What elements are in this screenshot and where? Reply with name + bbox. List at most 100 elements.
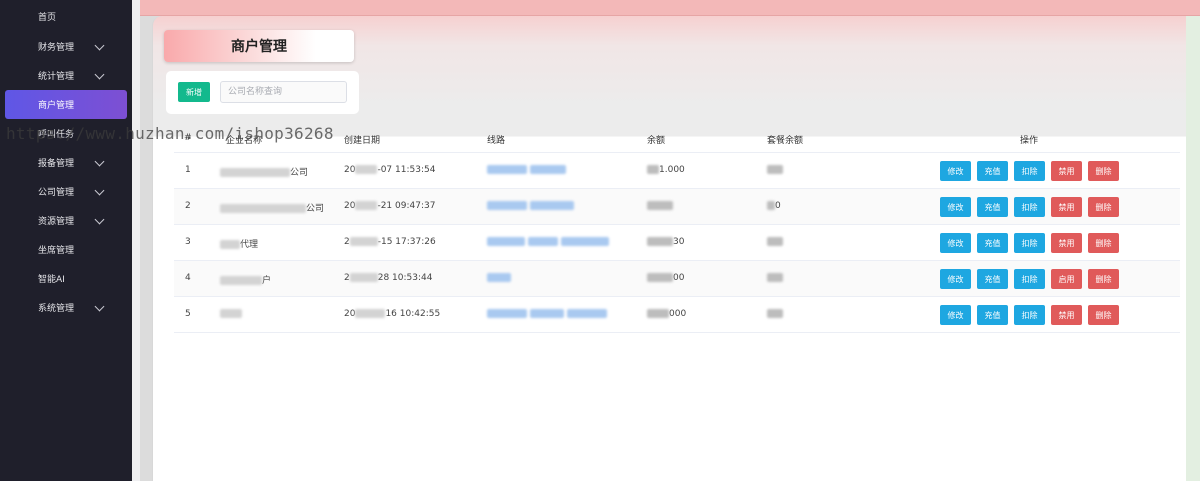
- sidebar-item-company[interactable]: 公司管理: [0, 177, 132, 206]
- company-name: 户: [220, 273, 271, 286]
- sidebar-item-label: 呼叫任务: [38, 130, 75, 140]
- row-index: 1: [185, 165, 191, 175]
- sidebar-item-label: 财务管理: [38, 43, 75, 53]
- row-actions: 修改 充值 扣除 禁用 删除: [940, 305, 1119, 325]
- delete-button[interactable]: 删除: [1088, 305, 1119, 325]
- company-search-input[interactable]: [220, 81, 347, 103]
- create-date: 2 28 10:53:44: [344, 273, 432, 283]
- delete-button[interactable]: 删除: [1088, 161, 1119, 181]
- balance-cell: [647, 201, 673, 211]
- chevron-down-icon: [94, 156, 105, 167]
- recharge-button[interactable]: 充值: [977, 161, 1008, 181]
- table-row: 5 20 16 10:42:55 000 修改 充值 扣除 禁用 删除: [174, 297, 1180, 333]
- sidebar-item-finance[interactable]: 财务管理: [0, 32, 132, 61]
- redacted-text: [767, 165, 783, 174]
- redacted-text: [767, 201, 775, 210]
- edit-button[interactable]: 修改: [940, 197, 971, 217]
- page-title: 商户管理: [231, 39, 287, 55]
- sidebar-item-seat[interactable]: 坐席管理: [0, 235, 132, 264]
- sidebar-item-merchant[interactable]: 商户管理: [5, 90, 127, 119]
- recharge-button[interactable]: 充值: [977, 197, 1008, 217]
- chevron-down-icon: [94, 69, 105, 80]
- balance-cell: 00: [647, 273, 684, 283]
- delete-button[interactable]: 删除: [1088, 269, 1119, 289]
- create-date: 20 16 10:42:55: [344, 309, 440, 319]
- edit-button[interactable]: 修改: [940, 161, 971, 181]
- edit-button[interactable]: 修改: [940, 305, 971, 325]
- date-prefix: 20: [344, 165, 356, 175]
- column-header-actions: 操作: [1020, 136, 1039, 146]
- toggle-status-button[interactable]: 禁用: [1051, 161, 1082, 181]
- table-row: 1 公司 20 -07 11:53:54 1.000 修改 充值 扣除 禁用 删除: [174, 153, 1180, 189]
- redacted-text: [529, 309, 564, 318]
- company-name-text: 户: [262, 276, 272, 286]
- delete-button[interactable]: 删除: [1088, 197, 1119, 217]
- package-balance-cell: [767, 273, 783, 283]
- toggle-status-button[interactable]: 启用: [1051, 269, 1082, 289]
- sidebar-item-label: 报备管理: [38, 159, 75, 169]
- recharge-button[interactable]: 充值: [977, 305, 1008, 325]
- balance-cell: 1.000: [647, 165, 685, 175]
- sidebar-item-ai[interactable]: 智能AI: [0, 264, 132, 293]
- company-name-text: 代理: [240, 240, 259, 250]
- company-name: 公司: [220, 201, 324, 214]
- create-date: 20 -07 11:53:54: [344, 165, 435, 175]
- redacted-text: [566, 309, 607, 318]
- recharge-button[interactable]: 充值: [977, 233, 1008, 253]
- column-header-index: #: [184, 133, 192, 143]
- redacted-text: [487, 273, 511, 282]
- toggle-status-button[interactable]: 禁用: [1051, 233, 1082, 253]
- line-cell: [487, 309, 607, 319]
- chevron-down-icon: [94, 301, 105, 312]
- table-row: 4 户 2 28 10:53:44 00 修改 充值 扣除 启用 删除: [174, 261, 1180, 297]
- redacted-text: [220, 276, 262, 285]
- redacted-text: [767, 273, 783, 282]
- delete-button[interactable]: 删除: [1088, 233, 1119, 253]
- column-header-line: 线路: [487, 136, 506, 146]
- deduct-button[interactable]: 扣除: [1014, 197, 1045, 217]
- column-header-name: 企业名称: [226, 136, 263, 146]
- redacted-text: [487, 237, 525, 246]
- line-cell: [487, 237, 609, 247]
- chevron-down-icon: [94, 185, 105, 196]
- sidebar-item-resource[interactable]: 资源管理: [0, 206, 132, 235]
- sidebar-item-statistics[interactable]: 统计管理: [0, 61, 132, 90]
- deduct-button[interactable]: 扣除: [1014, 233, 1045, 253]
- edit-button[interactable]: 修改: [940, 269, 971, 289]
- recharge-button[interactable]: 充值: [977, 269, 1008, 289]
- date-prefix: 20: [344, 309, 356, 319]
- redacted-text: [767, 309, 783, 318]
- deduct-button[interactable]: 扣除: [1014, 305, 1045, 325]
- merchant-table: # 企业名称 创建日期 线路 余额 套餐余额 操作 1 公司 20 -07 11:…: [174, 124, 1180, 333]
- redacted-text: [767, 237, 783, 246]
- sidebar-item-label: 系统管理: [38, 304, 75, 314]
- deduct-button[interactable]: 扣除: [1014, 161, 1045, 181]
- row-index: 2: [185, 201, 191, 211]
- page-title-card: 商户管理: [164, 30, 354, 62]
- row-actions: 修改 充值 扣除 启用 删除: [940, 269, 1119, 289]
- redacted-text: [647, 309, 669, 318]
- redacted-text: [529, 165, 566, 174]
- column-header-balance: 余额: [647, 136, 666, 146]
- redacted-text: [527, 237, 558, 246]
- top-bar: [140, 0, 1200, 16]
- redacted-text: [355, 165, 378, 174]
- redacted-text: [529, 201, 574, 210]
- add-button[interactable]: 新增: [178, 82, 210, 102]
- edit-button[interactable]: 修改: [940, 233, 971, 253]
- company-name: 公司: [220, 165, 308, 178]
- date-prefix: 2: [344, 237, 350, 247]
- sidebar-item-report[interactable]: 报备管理: [0, 148, 132, 177]
- row-actions: 修改 充值 扣除 禁用 删除: [940, 161, 1119, 181]
- sidebar-item-home[interactable]: 首页: [0, 0, 132, 32]
- deduct-button[interactable]: 扣除: [1014, 269, 1045, 289]
- column-header-package: 套餐余额: [767, 136, 804, 146]
- toggle-status-button[interactable]: 禁用: [1051, 305, 1082, 325]
- balance-text: 1.000: [659, 165, 685, 175]
- sidebar-item-call-task[interactable]: 呼叫任务: [0, 119, 132, 148]
- toggle-status-button[interactable]: 禁用: [1051, 197, 1082, 217]
- sidebar-item-system[interactable]: 系统管理: [0, 293, 132, 322]
- balance-text: 00: [673, 273, 685, 283]
- redacted-text: [560, 237, 609, 246]
- company-name: 代理: [220, 237, 258, 250]
